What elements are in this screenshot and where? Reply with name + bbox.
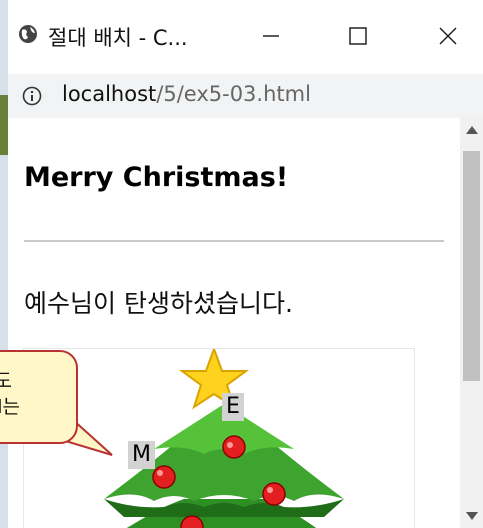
close-icon: [439, 27, 457, 45]
callout-line-1: 도: [0, 370, 12, 392]
horizontal-rule: [24, 240, 444, 242]
url-path: /5/ex5-03.html: [156, 82, 311, 106]
desktop-background: [0, 0, 8, 528]
info-icon[interactable]: [22, 86, 42, 106]
window-title-bar[interactable]: 절대 배치 - C...: [8, 0, 483, 75]
page-paragraph: 예수님이 탄생하셨습니다.: [24, 289, 293, 318]
ornament-label-e: E: [222, 393, 244, 421]
scroll-down-button[interactable]: [460, 504, 483, 528]
minimize-icon: [263, 35, 279, 37]
callout-bubble: 도 l는: [0, 350, 78, 444]
url-text[interactable]: localhost/5/ex5-03.html: [62, 82, 311, 106]
chevron-up-icon: [465, 126, 478, 134]
maximize-icon: [349, 27, 367, 45]
page-heading: Merry Christmas!: [24, 162, 289, 193]
scroll-up-button[interactable]: [460, 118, 483, 142]
window-title: 절대 배치 - C...: [48, 26, 188, 50]
chevron-down-icon: [465, 512, 478, 520]
scrollbar-thumb[interactable]: [463, 151, 480, 381]
address-bar[interactable]: localhost/5/ex5-03.html: [8, 74, 483, 119]
callout-line-2: l는: [0, 396, 20, 418]
vertical-scrollbar[interactable]: [460, 118, 483, 528]
url-host: localhost: [62, 82, 157, 106]
close-button[interactable]: [428, 16, 468, 56]
maximize-button[interactable]: [338, 16, 378, 56]
globe-icon: [19, 25, 37, 43]
ornament-label-m: M: [128, 441, 155, 469]
minimize-button[interactable]: [251, 16, 291, 56]
